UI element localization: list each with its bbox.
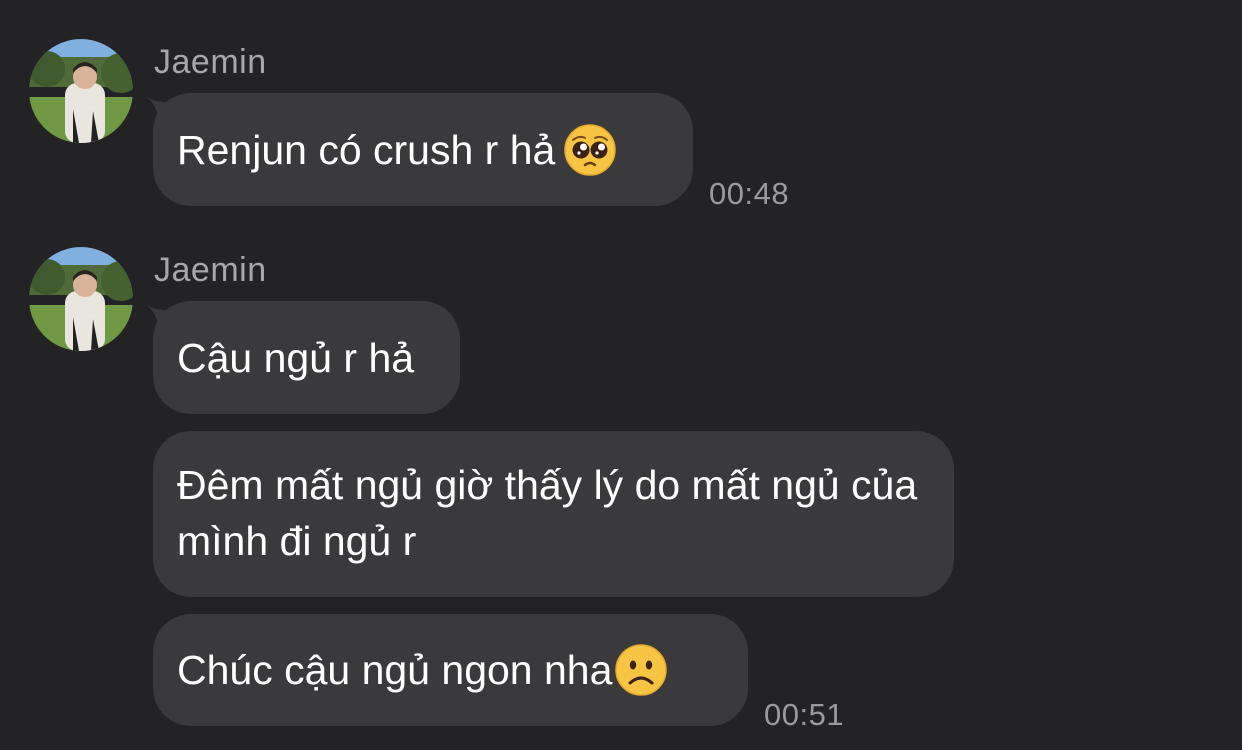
message-text: Đêm mất ngủ giờ thấy lý do mất ngủ của m…: [177, 462, 918, 564]
sender-avatar[interactable]: [29, 39, 133, 143]
message-bubble[interactable]: Chúc cậu ngủ ngon nha: [153, 614, 748, 726]
message-bubble[interactable]: Đêm mất ngủ giờ thấy lý do mất ngủ của m…: [153, 431, 954, 597]
message-text: Renjun có crush r hả: [177, 126, 556, 173]
sender-name: Jaemin: [154, 251, 267, 289]
message-text: Chúc cậu ngủ ngon nha: [177, 647, 613, 693]
sender-avatar[interactable]: [29, 247, 133, 351]
pleading-face-emoji: [563, 123, 617, 177]
message-text: Cậu ngủ r hả: [177, 334, 415, 381]
sender-name: Jaemin: [154, 43, 267, 81]
message-timestamp: 00:51: [764, 697, 845, 732]
message-timestamp: 00:48: [709, 176, 790, 211]
message-bubble[interactable]: Renjun có crush r hả: [153, 93, 693, 206]
frowning-face-emoji: [614, 643, 668, 697]
message-bubble[interactable]: Cậu ngủ r hả: [153, 301, 460, 414]
